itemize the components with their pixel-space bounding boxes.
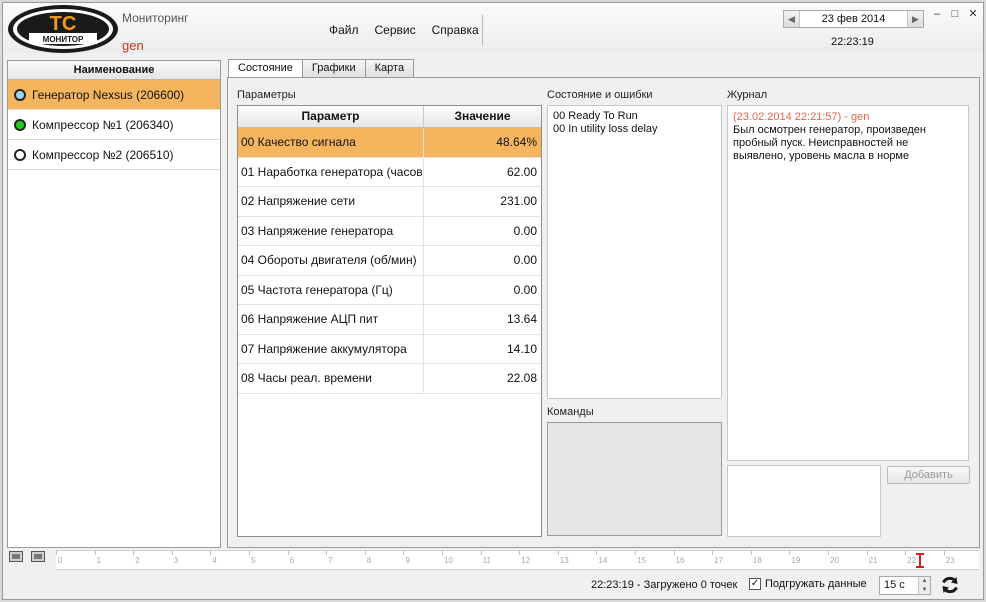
- status-dot-icon: [14, 148, 26, 161]
- tab-content-state: Параметры Параметр Значение 00 Качество …: [227, 77, 980, 548]
- param-value: 0.00: [513, 223, 537, 238]
- param-value: 48.64%: [496, 135, 537, 149]
- status-list[interactable]: 00 Ready To Run 00 In utility loss delay: [547, 105, 722, 399]
- param-name: 01 Наработка генератора (часов): [238, 157, 424, 186]
- param-value: 22.08: [506, 371, 537, 385]
- time-cursor-icon[interactable]: [914, 553, 924, 568]
- param-name: 06 Напряжение АЦП пит: [238, 305, 424, 334]
- param-name: 00 Качество сигнала: [238, 128, 424, 157]
- device-label: Генератор Nexsus (206600): [32, 87, 185, 102]
- header: ТС МОНИТОР Мониторинг gen Файл Сервис Сп…: [3, 3, 983, 53]
- param-value: 0.00: [513, 282, 537, 297]
- table-row[interactable]: 01 Наработка генератора (часов) 62.00: [238, 157, 541, 187]
- status-bar: 22:23:19 - Загружено 0 точек ✓ Подгружат…: [3, 572, 983, 599]
- journal-entry-input[interactable]: [727, 465, 881, 537]
- journal-entry-text: Был осмотрен генератор, произведен пробн…: [733, 124, 926, 162]
- clock: 22:23:19: [831, 36, 874, 48]
- next-date-icon[interactable]: ▶: [907, 11, 923, 27]
- stepper-arrows: ▲ ▼: [918, 577, 930, 594]
- column-header-name[interactable]: Параметр: [238, 106, 424, 127]
- add-entry-button[interactable]: Добавить: [887, 466, 970, 484]
- tab-bar: Состояние Графики Карта: [228, 59, 415, 79]
- param-value: 0.00: [513, 253, 537, 267]
- devices-header[interactable]: Наименование: [8, 61, 220, 80]
- list-item: 00 Ready To Run: [553, 110, 638, 122]
- menu-service[interactable]: Сервис: [367, 23, 424, 37]
- date-value: 23 фев 2014: [821, 13, 886, 25]
- load-data-label: Подгружать данные: [765, 578, 867, 590]
- table-row[interactable]: 02 Напряжение сети 231.00: [238, 187, 541, 217]
- status-dot-icon: [14, 118, 26, 131]
- zoom-in-icon[interactable]: [31, 551, 45, 562]
- zoom-out-icon[interactable]: [9, 551, 23, 562]
- device-label: Компрессор №1 (206340): [32, 117, 174, 132]
- device-item-compressor-2[interactable]: Компрессор №2 (206510): [8, 140, 220, 170]
- load-data-checkbox[interactable]: ✓: [749, 578, 761, 590]
- tab-map[interactable]: Карта: [364, 59, 415, 78]
- logo-subtext: МОНИТОР: [43, 35, 84, 44]
- param-name: 07 Напряжение аккумулятора: [238, 334, 424, 363]
- close-icon[interactable]: ✕: [967, 8, 979, 20]
- stepper-up-icon[interactable]: ▲: [919, 577, 930, 586]
- param-name: 08 Часы реал. времени: [238, 364, 424, 393]
- table-row[interactable]: 04 Обороты двигателя (об/мин) 0.00: [238, 246, 541, 276]
- tab-state[interactable]: Состояние: [228, 59, 303, 79]
- device-item-generator[interactable]: Генератор Nexsus (206600): [8, 80, 220, 110]
- device-item-compressor-1[interactable]: Компрессор №1 (206340): [8, 110, 220, 140]
- menu-bar: Файл Сервис Справка: [321, 23, 487, 37]
- timeline-controls: [9, 551, 45, 562]
- table-row[interactable]: 05 Частота генератора (Гц) 0.00: [238, 275, 541, 305]
- commands-panel[interactable]: [547, 422, 722, 536]
- interval-value: 15 с: [884, 579, 905, 591]
- commands-label: Команды: [547, 406, 594, 418]
- status-dot-icon: [14, 88, 26, 101]
- tab-charts[interactable]: Графики: [301, 59, 366, 78]
- column-header-value[interactable]: Значение: [424, 106, 541, 127]
- prev-date-icon[interactable]: ◀: [784, 11, 800, 27]
- load-status: 22:23:19 - Загружено 0 точек: [591, 579, 738, 591]
- app-title: Мониторинг: [122, 11, 189, 25]
- current-user: gen: [122, 38, 144, 53]
- param-value: 62.00: [506, 164, 537, 179]
- menu-file[interactable]: Файл: [321, 23, 367, 37]
- table-row[interactable]: 08 Часы реал. времени 22.08: [238, 364, 541, 394]
- list-item: 00 In utility loss delay: [553, 123, 658, 135]
- timeline[interactable]: 0 1 2 3 4 5 6 7 8 9 10 11 12 13 14 15 16…: [56, 550, 979, 570]
- refresh-icon[interactable]: [939, 574, 961, 596]
- table-row[interactable]: 03 Напряжение генератора 0.00: [238, 216, 541, 246]
- journal-log[interactable]: (23.02.2014 22:21:57) - gen Был осмотрен…: [727, 105, 969, 461]
- date-picker[interactable]: ◀ 23 фев 2014 ▶: [783, 10, 924, 28]
- load-data-toggle[interactable]: ✓ Подгружать данные: [749, 578, 867, 590]
- devices-panel: Наименование Генератор Nexsus (206600) К…: [7, 60, 221, 548]
- params-label: Параметры: [237, 89, 296, 101]
- stepper-down-icon[interactable]: ▼: [919, 585, 930, 594]
- journal-entry-header: (23.02.2014 22:21:57) - gen: [733, 111, 870, 123]
- minimize-icon[interactable]: –: [931, 8, 943, 20]
- menu-help[interactable]: Справка: [424, 23, 487, 37]
- param-value: 14.10: [506, 341, 537, 356]
- param-name: 05 Частота генератора (Гц): [238, 275, 424, 304]
- table-row[interactable]: 00 Качество сигнала 48.64%: [238, 128, 541, 158]
- logo: ТС МОНИТОР: [8, 5, 118, 53]
- table-row[interactable]: 07 Напряжение аккумулятора 14.10: [238, 334, 541, 364]
- interval-stepper[interactable]: 15 с ▲ ▼: [879, 576, 931, 595]
- param-name: 04 Обороты двигателя (об/мин): [238, 246, 424, 275]
- window-controls: – □ ✕: [931, 8, 979, 20]
- params-table-header: Параметр Значение: [238, 106, 541, 128]
- param-name: 02 Напряжение сети: [238, 187, 424, 216]
- maximize-icon[interactable]: □: [949, 8, 961, 20]
- journal-label: Журнал: [727, 89, 768, 101]
- menu-divider: [482, 15, 483, 45]
- param-value: 231.00: [500, 194, 537, 208]
- logo-text: ТС: [50, 13, 77, 35]
- app-window: ТС МОНИТОР Мониторинг gen Файл Сервис Сп…: [2, 2, 984, 600]
- param-name: 03 Напряжение генератора: [238, 216, 424, 245]
- device-label: Компрессор №2 (206510): [32, 147, 174, 162]
- table-row[interactable]: 06 Напряжение АЦП пит 13.64: [238, 305, 541, 335]
- params-table: Параметр Значение 00 Качество сигнала 48.…: [237, 105, 542, 537]
- status-label: Состояние и ошибки: [547, 89, 653, 101]
- param-value: 13.64: [506, 312, 537, 326]
